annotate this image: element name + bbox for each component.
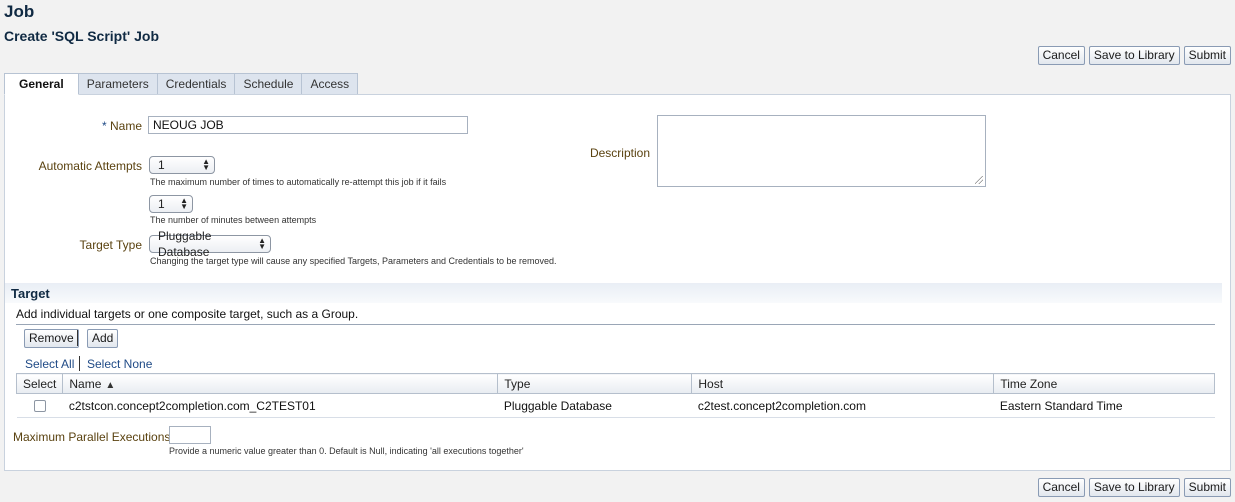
column-header-type: Type (497, 373, 693, 394)
target-section-header: Target (5, 283, 1222, 303)
attempts-hint: The maximum number of times to automatic… (150, 177, 447, 187)
link-separator (79, 356, 80, 371)
bottom-action-bar: Cancel Save to Library Submit (1037, 478, 1231, 497)
attempts-value: 1 (158, 158, 165, 172)
minutes-hint: The number of minutes between attempts (150, 215, 317, 225)
tab-parameters[interactable]: Parameters (78, 73, 158, 95)
row-type-cell: Pluggable Database (497, 393, 692, 418)
row-name-cell: c2tstcon.concept2completion.com_C2TEST01 (62, 393, 498, 418)
sort-ascending-icon[interactable]: ▲ (105, 380, 115, 391)
resize-grip-icon[interactable] (975, 176, 983, 184)
target-table: Select Name ▲ Type Host Time Zone c2tstco… (15, 373, 1215, 418)
select-none-link[interactable]: Select None (87, 357, 152, 371)
submit-button[interactable]: Submit (1183, 46, 1231, 65)
parallel-label: Maximum Parallel Executions (13, 430, 171, 444)
target-section-description: Add individual targets or one composite … (16, 307, 359, 321)
row-host-cell: c2test.concept2completion.com (691, 393, 994, 418)
column-header-time-zone: Time Zone (993, 373, 1215, 394)
attempts-label: Automatic Attempts (38, 159, 142, 173)
save-to-library-button-bottom[interactable]: Save to Library (1088, 478, 1180, 497)
minutes-select[interactable]: 1 ▲ ▼ (149, 195, 193, 213)
parallel-hint: Provide a numeric value greater than 0. … (169, 446, 524, 456)
description-textarea[interactable] (657, 115, 986, 187)
submit-button-bottom[interactable]: Submit (1183, 478, 1231, 497)
table-row: c2tstcon.concept2completion.com_C2TEST01… (16, 393, 1215, 418)
column-header-host: Host (691, 373, 995, 394)
tab-credentials[interactable]: Credentials (157, 73, 236, 95)
table-header-row: Select Name ▲ Type Host Time Zone (15, 373, 1215, 394)
cancel-button-bottom[interactable]: Cancel (1037, 478, 1085, 497)
page-title: Job (4, 2, 35, 21)
top-action-bar: Cancel Save to Library Submit (1037, 46, 1231, 65)
tab-bar: General Parameters Credentials Schedule … (4, 73, 359, 95)
add-button[interactable]: Add (87, 329, 119, 348)
save-to-library-button[interactable]: Save to Library (1088, 46, 1180, 65)
target-type-select[interactable]: Pluggable Database ▲ ▼ (149, 229, 271, 259)
column-header-select: Select (15, 373, 64, 394)
tab-general[interactable]: General (4, 73, 79, 95)
minutes-value: 1 (158, 197, 165, 211)
name-label: * Name (60, 119, 142, 133)
tab-access[interactable]: Access (302, 73, 359, 95)
target-type-hint: Changing the target type will cause any … (150, 256, 557, 266)
attempts-select[interactable]: 1 ▲ ▼ (149, 156, 215, 174)
required-marker: * (101, 119, 107, 133)
page-subtitle: Create 'SQL Script' Job (4, 28, 159, 44)
select-arrows-icon: ▲ ▼ (202, 157, 210, 172)
column-header-name-label: Name (69, 376, 102, 391)
row-select-checkbox[interactable] (33, 400, 46, 413)
column-header-name[interactable]: Name ▲ (62, 373, 499, 394)
cancel-button[interactable]: Cancel (1037, 46, 1085, 65)
parallel-input[interactable] (169, 426, 211, 444)
name-input[interactable] (148, 116, 468, 134)
select-arrows-icon: ▲ ▼ (258, 236, 266, 251)
button-separator (77, 330, 78, 346)
tab-schedule[interactable]: Schedule (235, 73, 303, 95)
section-divider (16, 324, 1215, 325)
row-select-cell (16, 393, 63, 418)
row-time-zone-cell: Eastern Standard Time (993, 393, 1215, 418)
select-all-link[interactable]: Select All (25, 357, 74, 371)
select-arrows-icon: ▲ ▼ (180, 196, 188, 211)
description-label: Description (589, 146, 650, 160)
target-type-label: Target Type (79, 238, 142, 252)
name-label-text: Name (109, 119, 142, 133)
remove-button[interactable]: Remove (24, 329, 79, 348)
